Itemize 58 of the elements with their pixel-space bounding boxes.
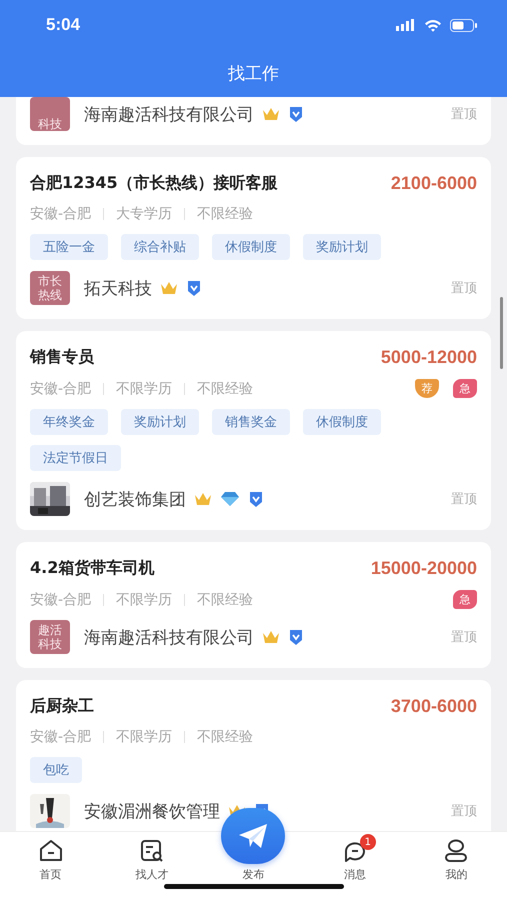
job-requirement: 不限经验 bbox=[197, 590, 254, 608]
pinned-label: 置顶 bbox=[451, 803, 477, 820]
job-requirement: 不限经验 bbox=[197, 205, 254, 223]
company-name: 安徽湄洲餐饮管理 bbox=[84, 800, 220, 822]
job-requirement: 安徽-合肥 bbox=[30, 728, 92, 746]
benefit-tag: 法定节假日 bbox=[30, 445, 121, 471]
tab-item[interactable]: 找人才 bbox=[117, 838, 188, 882]
job-requirement: 安徽-合肥 bbox=[30, 590, 92, 608]
salary-range: 2100-6000 bbox=[390, 173, 477, 194]
company-logo: 趣活 科技 bbox=[30, 620, 70, 654]
company-name: 创艺装饰集团 bbox=[84, 488, 186, 510]
recommended-badge: 荐 bbox=[415, 379, 439, 398]
job-title: 合肥12345（市长热线）接听客服 bbox=[30, 173, 278, 194]
tab-item[interactable]: 我的 bbox=[421, 838, 492, 882]
job-requirement: 大专学历 bbox=[116, 205, 172, 223]
benefit-tag: 包吃 bbox=[30, 757, 82, 783]
job-requirement: 不限学历 bbox=[116, 728, 172, 746]
job-requirement: 不限经验 bbox=[197, 728, 254, 746]
job-card[interactable]: 科技 海南趣活科技有限公司 置顶 bbox=[16, 97, 491, 145]
benefit-tag: 综合补贴 bbox=[121, 234, 199, 260]
company-logo: 市长 热线 bbox=[30, 271, 70, 305]
job-requirement: 安徽-合肥 bbox=[30, 380, 92, 398]
job-title: 后厨杂工 bbox=[30, 696, 94, 717]
salary-range: 5000-12000 bbox=[380, 347, 477, 368]
job-title: 4.2箱货带车司机 bbox=[30, 558, 154, 579]
job-card[interactable]: 合肥12345（市长热线）接听客服 2100-6000 安徽-合肥 大专学历 不限经验 五险一金 综合补贴 休假制度 奖励计划 市长 热线 拓天科技 置顶 bbox=[16, 157, 491, 319]
pinned-label: 置顶 bbox=[451, 491, 477, 508]
job-title: 销售专员 bbox=[30, 347, 94, 368]
job-requirement: 安徽-合肥 bbox=[30, 205, 92, 223]
benefit-tag: 年终奖金 bbox=[30, 409, 108, 435]
pinned-label: 置顶 bbox=[451, 280, 477, 297]
pinned-label: 置顶 bbox=[451, 629, 477, 646]
page-title: 找工作 bbox=[228, 63, 279, 85]
company-logo: 科技 bbox=[30, 97, 70, 131]
benefit-tag: 休假制度 bbox=[303, 409, 381, 435]
company-name: 海南趣活科技有限公司 bbox=[84, 626, 254, 648]
benefit-tag: 五险一金 bbox=[30, 234, 108, 260]
tab-item[interactable]: 首页 bbox=[16, 838, 86, 882]
job-card[interactable]: 后厨杂工 3700-6000 安徽-合肥 不限学历 不限经验 包吃 安徽湄洲餐饮管理 置顶 bbox=[16, 680, 491, 831]
salary-range: 15000-20000 bbox=[370, 558, 477, 579]
benefit-tag: 销售奖金 bbox=[212, 409, 290, 435]
job-card[interactable]: 销售专员 5000-12000 安徽-合肥 不限学历 不限经验 荐 急 年终奖金 奖励计划 销售奖金 休假制度 法定节假日 创艺装饰集团 置顶 bbox=[16, 331, 491, 530]
job-requirement: 不限学历 bbox=[116, 380, 172, 398]
tab-item[interactable]: 发布 bbox=[218, 838, 288, 882]
pinned-label: 置顶 bbox=[451, 106, 477, 123]
status-time: 5:04 bbox=[46, 15, 80, 35]
company-name: 海南趣活科技有限公司 bbox=[84, 104, 254, 126]
unread-badge: 1 bbox=[360, 834, 376, 850]
job-card[interactable]: 4.2箱货带车司机 15000-20000 安徽-合肥 不限学历 不限经验 急 趣活 科技 海南趣活科技有限公司 置顶 bbox=[16, 542, 491, 668]
salary-range: 3700-6000 bbox=[390, 696, 477, 717]
urgent-badge: 急 bbox=[453, 590, 477, 609]
benefit-tag: 休假制度 bbox=[212, 234, 290, 260]
job-requirement: 不限学历 bbox=[116, 590, 172, 608]
urgent-badge: 急 bbox=[453, 379, 477, 398]
benefit-tag: 奖励计划 bbox=[121, 409, 199, 435]
job-requirement: 不限经验 bbox=[197, 380, 254, 398]
company-name: 拓天科技 bbox=[84, 278, 152, 300]
benefit-tag: 奖励计划 bbox=[303, 234, 381, 260]
